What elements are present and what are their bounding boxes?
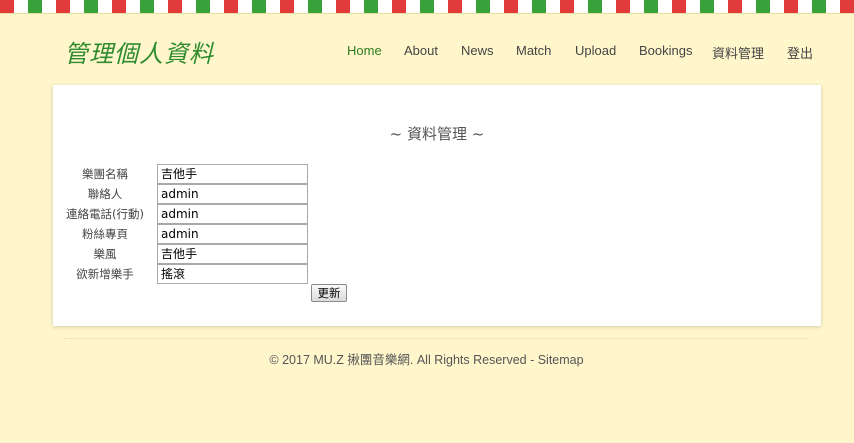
new-member-input[interactable]: 搖滾 [157,264,308,284]
update-button[interactable]: 更新 [311,284,347,302]
music-style-input[interactable]: 吉他手 [157,244,308,264]
band-name-label: 樂團名稱 [82,167,128,181]
new-member-label: 欲新增樂手 [76,267,134,281]
form-row-music-style: 樂風 吉他手 [53,244,373,264]
form-row-fan-page: 粉絲專頁 admin [53,224,373,244]
main-nav: Home About News Match Upload Bookings 資料… [0,43,854,62]
music-style-label: 樂風 [93,247,117,261]
nav-item-about[interactable]: About [404,43,438,58]
nav-item-news[interactable]: News [461,43,494,58]
content-panel: ~ 資料管理 ~ 樂團名稱 吉他手 聯絡人 admin 連絡電話(行動) adm… [53,85,821,326]
form-row-phone: 連絡電話(行動) admin [53,204,373,224]
nav-item-match[interactable]: Match [516,43,551,58]
nav-item-bookings[interactable]: Bookings [639,43,692,58]
nav-item-home[interactable]: Home [347,43,382,58]
phone-label: 連絡電話(行動) [66,207,144,221]
nav-item-upload[interactable]: Upload [575,43,616,58]
nav-item-logout[interactable]: 登出 [787,43,813,62]
footer-text: © 2017 MU.Z 揪團音樂網. All Rights Reserved -… [269,353,584,367]
fan-page-label: 粉絲專頁 [82,227,128,241]
fan-page-input[interactable]: admin [157,224,308,244]
nav-item-data-management[interactable]: 資料管理 [712,43,764,62]
contact-input[interactable]: admin [157,184,308,204]
decorative-top-stripe [0,0,854,14]
band-name-input[interactable]: 吉他手 [157,164,308,184]
phone-input[interactable]: admin [157,204,308,224]
form-row-contact: 聯絡人 admin [53,184,373,204]
contact-label: 聯絡人 [87,187,123,201]
form-row-band-name: 樂團名稱 吉他手 [53,164,373,184]
footer-divider [64,338,810,339]
panel-title: ~ 資料管理 ~ [389,125,485,143]
form-row-new-member: 欲新增樂手 搖滾 [53,264,373,284]
